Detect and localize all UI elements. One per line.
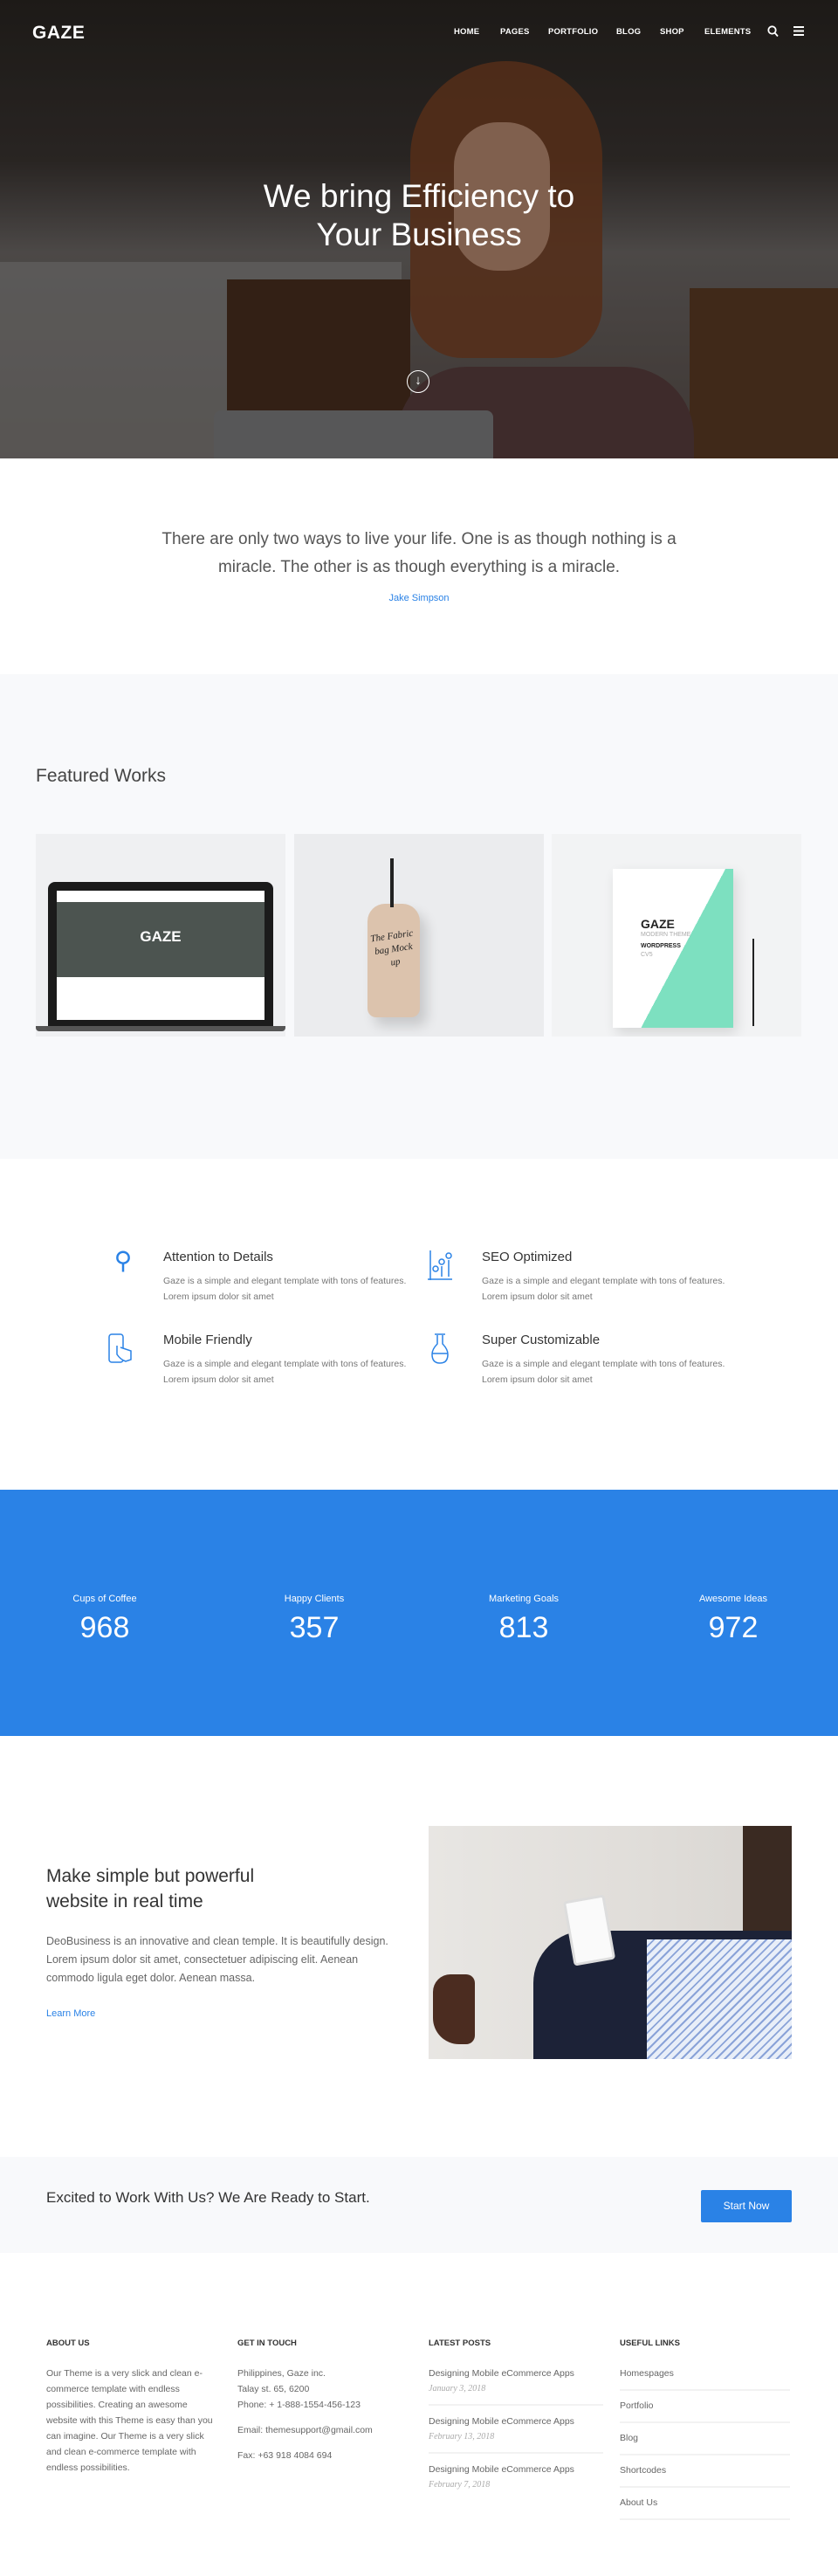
feature-title: Super Customizable <box>482 1333 601 1347</box>
post-title[interactable]: Designing Mobile eCommerce Apps <box>429 2462 603 2477</box>
work-cv-sub3: CV5 <box>641 952 653 958</box>
nav-portfolio[interactable]: PORTFOLIO <box>548 27 598 37</box>
start-now-button[interactable]: Start Now <box>701 2190 792 2222</box>
feature-text: Gaze is a simple and elegant template wi… <box>163 1276 407 1302</box>
footer-about-text: Our Theme is a very slick and clean e-co… <box>46 2368 213 2473</box>
nav-pages[interactable]: PAGES <box>500 27 530 37</box>
footer-link-portfolio[interactable]: Portfolio <box>620 2398 790 2423</box>
stat-label: Marketing Goals <box>488 1594 560 1604</box>
work-bag-label: The Fabric bag Mock up <box>369 927 415 968</box>
nav-blog[interactable]: BLOG <box>616 27 641 37</box>
work-laptop-label: GAZE <box>140 928 182 945</box>
cta-text: Excited to Work With Us? We Are Ready to… <box>46 2189 370 2206</box>
post-date: February 13, 2018 <box>429 2432 495 2442</box>
work-cv-label: GAZE <box>641 917 675 931</box>
work-bag[interactable]: The Fabric bag Mock up <box>294 834 544 1037</box>
contact-fax: Fax: +63 918 4084 694 <box>237 2450 333 2461</box>
work-laptop[interactable]: GAZE <box>36 834 285 1037</box>
feature-text: Gaze is a simple and elegant template wi… <box>482 1276 725 1302</box>
hero-title: We bring Efficiency to Your Business <box>0 177 838 254</box>
stat-label: Cups of Coffee <box>72 1594 137 1604</box>
search-icon[interactable] <box>767 25 779 38</box>
work-cv-sub2: WORDPRESS <box>641 943 681 949</box>
footer-posts: Designing Mobile eCommerce Apps January 3… <box>429 2366 603 2508</box>
footer-contact: Philippines, Gaze inc. Talay st. 65, 620… <box>237 2366 412 2463</box>
post-item[interactable]: Designing Mobile eCommerce Apps February … <box>429 2414 603 2454</box>
post-date: February 7, 2018 <box>429 2480 491 2490</box>
stat-value: 968 <box>79 1611 130 1644</box>
about-image <box>429 1826 792 2059</box>
chart-icon <box>428 1250 452 1280</box>
stat-label: Awesome Ideas <box>698 1594 768 1604</box>
arrow-down-circle-icon[interactable]: ↓ <box>407 370 429 393</box>
quote-author: Jake Simpson <box>388 593 450 603</box>
flask-icon <box>431 1333 449 1364</box>
about-text: DeoBusiness is an innovative and clean t… <box>46 1935 388 1984</box>
featured-title: Featured Works <box>36 766 166 786</box>
about-title: Make simple but powerful website in real… <box>46 1866 255 1911</box>
post-item[interactable]: Designing Mobile eCommerce Apps January 3… <box>429 2366 603 2406</box>
hero-title-line1: We bring Efficiency to <box>263 178 575 214</box>
mobile-touch-icon <box>108 1333 132 1363</box>
nav-home[interactable]: HOME <box>454 27 479 37</box>
footer-links: Homespages Portfolio Blog Shortcodes Abo… <box>620 2366 790 2527</box>
quote-text: There are only two ways to live your lif… <box>161 530 677 576</box>
contact-address1: Philippines, Gaze inc. <box>237 2368 326 2379</box>
feature-title: Attention to Details <box>163 1250 273 1264</box>
footer-heading: USEFUL LINKS <box>620 2338 680 2348</box>
learn-more-link[interactable]: Learn More <box>46 2008 95 2019</box>
desk-lamp-icon: ⚲ <box>113 1247 133 1274</box>
footer-heading: GET IN TOUCH <box>237 2338 297 2348</box>
work-cv[interactable]: GAZE MODERN THEME WORDPRESS CV5 <box>552 834 801 1037</box>
hero-title-line2: Your Business <box>316 217 522 252</box>
post-date: January 3, 2018 <box>429 2384 486 2393</box>
work-cv-sub: MODERN THEME <box>641 932 691 938</box>
post-title[interactable]: Designing Mobile eCommerce Apps <box>429 2414 603 2429</box>
contact-address2: Talay st. 65, 6200 <box>237 2384 310 2394</box>
feature-title: Mobile Friendly <box>163 1333 252 1347</box>
post-item[interactable]: Designing Mobile eCommerce Apps February … <box>429 2462 603 2500</box>
stat-value: 357 <box>289 1611 340 1644</box>
logo[interactable]: GAZE <box>32 23 85 44</box>
stat-label: Happy Clients <box>284 1594 345 1604</box>
footer-heading: ABOUT US <box>46 2338 90 2348</box>
feature-text: Gaze is a simple and elegant template wi… <box>163 1359 407 1385</box>
footer-link-shortcodes[interactable]: Shortcodes <box>620 2462 790 2488</box>
contact-phone: Phone: + 1-888-1554-456-123 <box>237 2400 361 2410</box>
footer-link-homespages[interactable]: Homespages <box>620 2366 790 2391</box>
footer-link-about-us[interactable]: About Us <box>620 2495 790 2520</box>
footer-heading: LATEST POSTS <box>429 2338 491 2348</box>
footer-link-blog[interactable]: Blog <box>620 2430 790 2455</box>
nav-elements[interactable]: ELEMENTS <box>704 27 751 37</box>
nav-shop[interactable]: SHOP <box>660 27 684 37</box>
post-title[interactable]: Designing Mobile eCommerce Apps <box>429 2366 603 2381</box>
contact-email[interactable]: Email: themesupport@gmail.com <box>237 2422 412 2438</box>
feature-text: Gaze is a simple and elegant template wi… <box>482 1359 725 1385</box>
feature-title: SEO Optimized <box>482 1250 573 1264</box>
stat-value: 813 <box>498 1611 549 1644</box>
menu-icon[interactable] <box>793 26 804 36</box>
stat-value: 972 <box>708 1611 759 1644</box>
